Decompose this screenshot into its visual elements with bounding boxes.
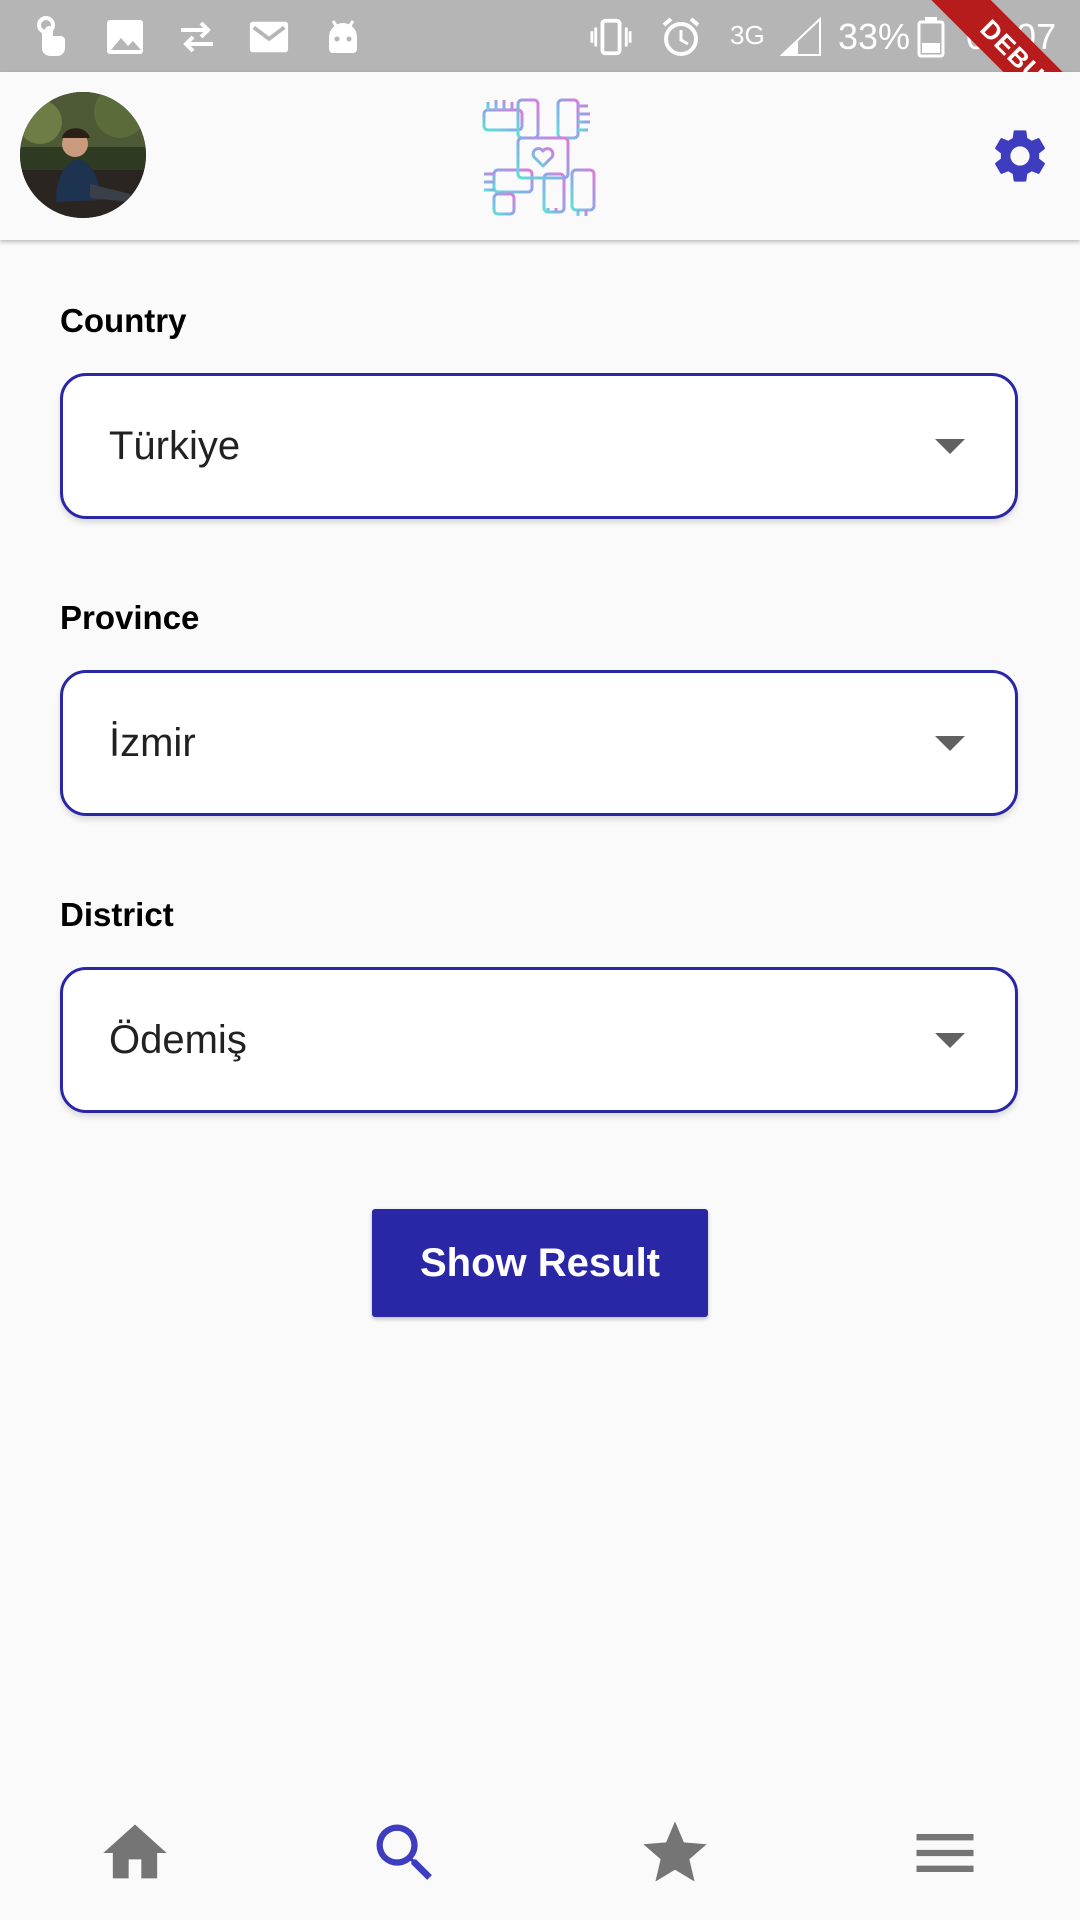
sync-arrows-icon: [176, 16, 218, 58]
network-type-label: 3G: [730, 20, 765, 50]
chevron-down-icon: [935, 736, 965, 751]
vibrate-icon: [590, 16, 632, 58]
nav-favorites[interactable]: [630, 1810, 720, 1900]
nav-menu[interactable]: [900, 1810, 990, 1900]
image-icon: [104, 16, 146, 58]
province-dropdown[interactable]: İzmir: [60, 670, 1018, 816]
alarm-icon: [660, 16, 702, 58]
chevron-down-icon: [935, 439, 965, 454]
gmail-icon: [248, 16, 290, 58]
bottom-navigation: [0, 1790, 1080, 1920]
search-icon: [367, 1815, 443, 1896]
battery-icon: [910, 16, 952, 58]
nav-search[interactable]: [360, 1810, 450, 1900]
show-result-button[interactable]: Show Result: [372, 1209, 708, 1317]
home-icon: [97, 1815, 173, 1896]
chevron-down-icon: [935, 1033, 965, 1048]
country-value: Türkiye: [109, 424, 241, 468]
hands-heart-logo-icon: [480, 96, 600, 216]
country-dropdown[interactable]: Türkiye: [60, 373, 1018, 519]
status-bar: 3G 33% 03:07 DEBUG: [0, 0, 1080, 72]
app-bar: [0, 72, 1080, 240]
district-dropdown[interactable]: Ödemiş: [60, 967, 1018, 1113]
province-label: Province: [60, 599, 200, 636]
province-value: İzmir: [109, 721, 196, 765]
battery-percent: 33%: [838, 16, 911, 57]
profile-avatar[interactable]: [20, 92, 146, 218]
menu-icon: [907, 1815, 983, 1896]
settings-button[interactable]: [988, 124, 1052, 188]
signal-icon: [780, 16, 822, 58]
country-label: Country: [60, 302, 187, 339]
district-label: District: [60, 896, 174, 933]
android-icon: [322, 16, 364, 58]
district-value: Ödemiş: [109, 1018, 247, 1062]
touch-icon: [30, 16, 72, 58]
star-icon: [637, 1815, 713, 1896]
nav-home[interactable]: [90, 1810, 180, 1900]
gear-icon: [988, 130, 1052, 192]
